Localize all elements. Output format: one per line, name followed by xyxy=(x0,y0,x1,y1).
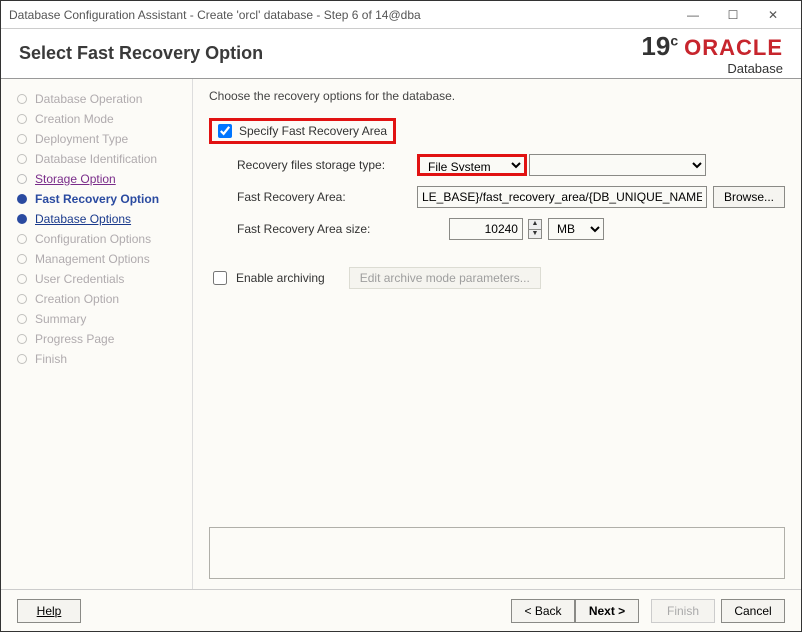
specify-fra-label: Specify Fast Recovery Area xyxy=(239,124,387,138)
next-button[interactable]: Next > xyxy=(575,599,639,623)
specify-fra-highlight: Specify Fast Recovery Area xyxy=(209,118,396,144)
browse-button[interactable]: Browse... xyxy=(713,186,785,208)
brand-logo: 19c ORACLE Database xyxy=(641,31,783,76)
fra-label: Fast Recovery Area: xyxy=(237,190,407,204)
edit-archive-params-button: Edit archive mode parameters... xyxy=(349,267,541,289)
page-title: Select Fast Recovery Option xyxy=(19,43,641,64)
storage-type-combo[interactable]: File System xyxy=(417,154,527,176)
main-panel: Choose the recovery options for the data… xyxy=(193,79,801,589)
fra-size-input[interactable] xyxy=(449,218,523,240)
storage-type-label: Recovery files storage type: xyxy=(237,158,407,172)
step-database-identification: Database Identification xyxy=(1,149,192,169)
step-deployment-type: Deployment Type xyxy=(1,129,192,149)
fra-size-unit-combo[interactable]: MB xyxy=(548,218,604,240)
cancel-button[interactable]: Cancel xyxy=(721,599,785,623)
brand-sub: Database xyxy=(686,61,783,76)
close-button[interactable]: ✕ xyxy=(753,3,793,27)
step-database-options[interactable]: Database Options xyxy=(1,209,192,229)
fra-input[interactable] xyxy=(417,186,707,208)
enable-archiving-checkbox[interactable] xyxy=(213,271,227,285)
header: Select Fast Recovery Option 19c ORACLE D… xyxy=(1,29,801,79)
storage-type-combo-extension[interactable] xyxy=(529,154,706,176)
step-database-operation: Database Operation xyxy=(1,89,192,109)
step-management-options: Management Options xyxy=(1,249,192,269)
step-summary: Summary xyxy=(1,309,192,329)
message-area xyxy=(209,527,785,579)
enable-archiving-label: Enable archiving xyxy=(236,271,325,285)
step-creation-option: Creation Option xyxy=(1,289,192,309)
footer: Help < Back Next > Finish Cancel xyxy=(1,589,801,631)
step-fast-recovery-option: Fast Recovery Option xyxy=(1,189,192,209)
titlebar: Database Configuration Assistant - Creat… xyxy=(1,1,801,29)
fra-size-label: Fast Recovery Area size: xyxy=(237,222,407,236)
help-button[interactable]: Help xyxy=(17,599,81,623)
minimize-button[interactable]: — xyxy=(673,3,713,27)
brand-version: 19c xyxy=(641,31,678,62)
step-storage-option[interactable]: Storage Option xyxy=(1,169,192,189)
instruction-text: Choose the recovery options for the data… xyxy=(209,89,785,103)
wizard-sidebar: Database Operation Creation Mode Deploym… xyxy=(1,79,193,589)
step-progress-page: Progress Page xyxy=(1,329,192,349)
specify-fra-checkbox[interactable] xyxy=(218,124,232,138)
finish-button: Finish xyxy=(651,599,715,623)
back-button[interactable]: < Back xyxy=(511,599,575,623)
step-user-credentials: User Credentials xyxy=(1,269,192,289)
step-finish: Finish xyxy=(1,349,192,369)
brand-name: ORACLE xyxy=(684,35,783,61)
window-title: Database Configuration Assistant - Creat… xyxy=(9,8,673,22)
step-creation-mode: Creation Mode xyxy=(1,109,192,129)
spinner-knob[interactable]: ▲▼ xyxy=(528,219,542,239)
step-configuration-options: Configuration Options xyxy=(1,229,192,249)
maximize-button[interactable]: ☐ xyxy=(713,3,753,27)
